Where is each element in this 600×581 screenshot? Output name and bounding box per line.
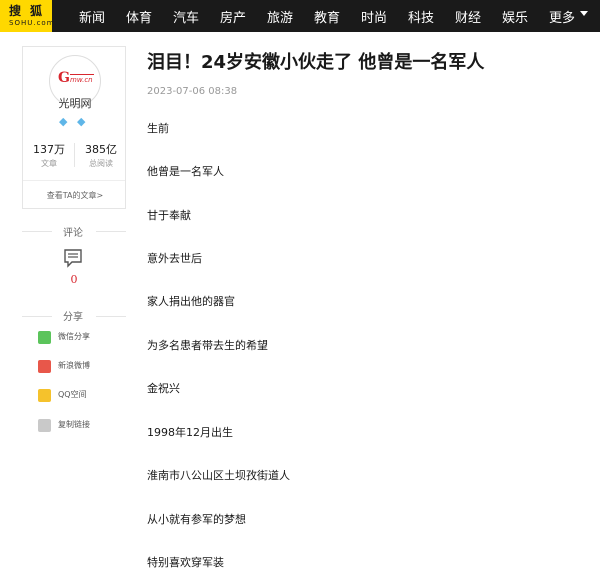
article-paragraph: 生前 [147, 122, 169, 135]
link-icon [38, 419, 51, 432]
view-articles-link[interactable]: 查看TA的文章> [23, 190, 127, 201]
diamond-badge-icon: ◆ [77, 115, 86, 128]
logo-text: 搜狐 [9, 4, 52, 18]
divider [96, 316, 126, 317]
copy-link-button[interactable]: 复制链接 [38, 418, 128, 434]
article-paragraph: 意外去世后 [147, 252, 202, 265]
nav-item-sports[interactable]: 体育 [126, 7, 152, 26]
article-paragraph: 为多名患者带去生的希望 [147, 339, 268, 352]
card-divider [23, 180, 125, 181]
nav-item-entertainment[interactable]: 娱乐 [502, 7, 528, 26]
article-paragraph: 甘于奉献 [147, 209, 191, 222]
author-card: G mw.cn 光明网 ◆ ◆ 137万 文章 385亿 总阅读 查看TA的文章… [22, 46, 126, 209]
diamond-badge-icon: ◆ [59, 115, 68, 128]
logo-domain: SOHU.com [9, 19, 55, 27]
article-paragraph: 金祝兴 [147, 382, 180, 395]
share-wechat-button[interactable]: 微信分享 [38, 330, 128, 346]
share-qzone-button[interactable]: QQ空间 [38, 388, 128, 404]
article-paragraph: 从小就有参军的梦想 [147, 513, 246, 526]
author-name[interactable]: 光明网 [23, 95, 127, 111]
nav-item-tech[interactable]: 科技 [408, 7, 434, 26]
sohu-logo[interactable]: 搜狐 SOHU.com [0, 0, 55, 32]
total-reads: 385亿 [85, 143, 117, 156]
avatar-logo-sub: mw.cn [70, 76, 93, 84]
publish-date: 2023-07-06 08:38 [147, 86, 238, 97]
nav-item-auto[interactable]: 汽车 [173, 7, 199, 26]
article-paragraph: 特别喜欢穿军装 [147, 556, 224, 569]
divider [96, 231, 126, 232]
nav-item-fashion[interactable]: 时尚 [361, 7, 387, 26]
article-paragraph: 淮南市八公山区土坝孜街道人 [147, 469, 290, 482]
share-qzone-label: QQ空间 [58, 390, 87, 399]
divider [22, 231, 52, 232]
share-weibo-button[interactable]: 新浪微博 [38, 359, 128, 375]
avatar-logo-flourish [70, 68, 94, 75]
share-weibo-label: 新浪微博 [58, 361, 90, 370]
wechat-icon [38, 331, 51, 344]
nav-item-news[interactable]: 新闻 [79, 7, 105, 26]
share-title: 分享 [63, 312, 83, 323]
nav-item-education[interactable]: 教育 [314, 7, 340, 26]
nav-item-finance[interactable]: 财经 [455, 7, 481, 26]
nav-item-realestate[interactable]: 房产 [220, 7, 246, 26]
weibo-icon [38, 360, 51, 373]
total-reads-label: 总阅读 [89, 159, 113, 168]
comment-icon[interactable] [63, 248, 83, 268]
article-count-label: 文章 [41, 159, 57, 168]
chevron-down-icon[interactable] [580, 11, 588, 16]
article-paragraph: 他曾是一名军人 [147, 165, 224, 178]
copy-link-label: 复制链接 [58, 420, 90, 429]
divider [22, 316, 52, 317]
article-count: 137万 [33, 143, 65, 156]
article-paragraph: 家人捐出他的器官 [147, 295, 235, 308]
comments-title: 评论 [63, 228, 83, 239]
comment-count[interactable]: 0 [22, 273, 126, 286]
share-wechat-label: 微信分享 [58, 332, 90, 341]
nav-item-travel[interactable]: 旅游 [267, 7, 293, 26]
top-nav: 搜狐 SOHU.com 新闻 体育 汽车 房产 旅游 教育 时尚 科技 财经 娱… [0, 0, 600, 32]
nav-item-more[interactable]: 更多 [549, 7, 575, 26]
article-title: 泪目！24岁安徽小伙走了 他曾是一名军人 [147, 52, 485, 73]
qzone-icon [38, 389, 51, 402]
article-paragraph: 1998年12月出生 [147, 426, 233, 439]
avatar-logo-letter: G [58, 70, 70, 86]
